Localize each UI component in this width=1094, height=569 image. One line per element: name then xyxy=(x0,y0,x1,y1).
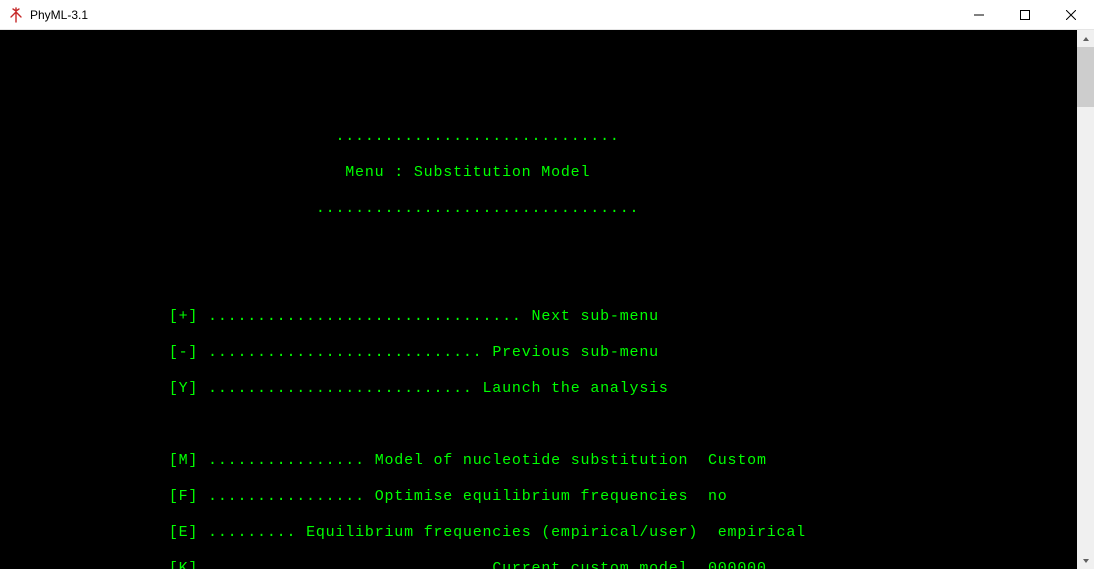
close-button[interactable] xyxy=(1048,0,1094,29)
window-title: PhyML-3.1 xyxy=(30,8,956,22)
terminal-output[interactable]: ............................. Menu : Sub… xyxy=(0,30,1077,569)
menu-header-dots: ............................. xyxy=(12,128,1069,146)
nav-next: [+] ................................ Nex… xyxy=(12,308,1069,326)
window-titlebar: PhyML-3.1 xyxy=(0,0,1094,30)
blank-line xyxy=(12,236,1069,254)
scroll-down-button[interactable] xyxy=(1077,552,1094,569)
blank-line xyxy=(12,272,1069,290)
minimize-button[interactable] xyxy=(956,0,1002,29)
blank-line xyxy=(12,92,1069,110)
opt-custom-model: [K] ............................ Current… xyxy=(12,560,1069,569)
blank-line xyxy=(12,56,1069,74)
nav-prev: [-] ............................ Previou… xyxy=(12,344,1069,362)
opt-model: [M] ................ Model of nucleotide… xyxy=(12,452,1069,470)
window-controls xyxy=(956,0,1094,29)
menu-header-dots: ................................. xyxy=(12,200,1069,218)
opt-optimise-freq: [F] ................ Optimise equilibriu… xyxy=(12,488,1069,506)
scroll-thumb[interactable] xyxy=(1077,47,1094,107)
scroll-up-button[interactable] xyxy=(1077,30,1094,47)
opt-equilibrium: [E] ......... Equilibrium frequencies (e… xyxy=(12,524,1069,542)
app-icon xyxy=(8,7,24,23)
maximize-button[interactable] xyxy=(1002,0,1048,29)
vertical-scrollbar[interactable] xyxy=(1077,30,1094,569)
blank-line xyxy=(12,416,1069,434)
menu-header-title: Menu : Substitution Model xyxy=(12,164,1069,182)
nav-launch: [Y] ........................... Launch t… xyxy=(12,380,1069,398)
